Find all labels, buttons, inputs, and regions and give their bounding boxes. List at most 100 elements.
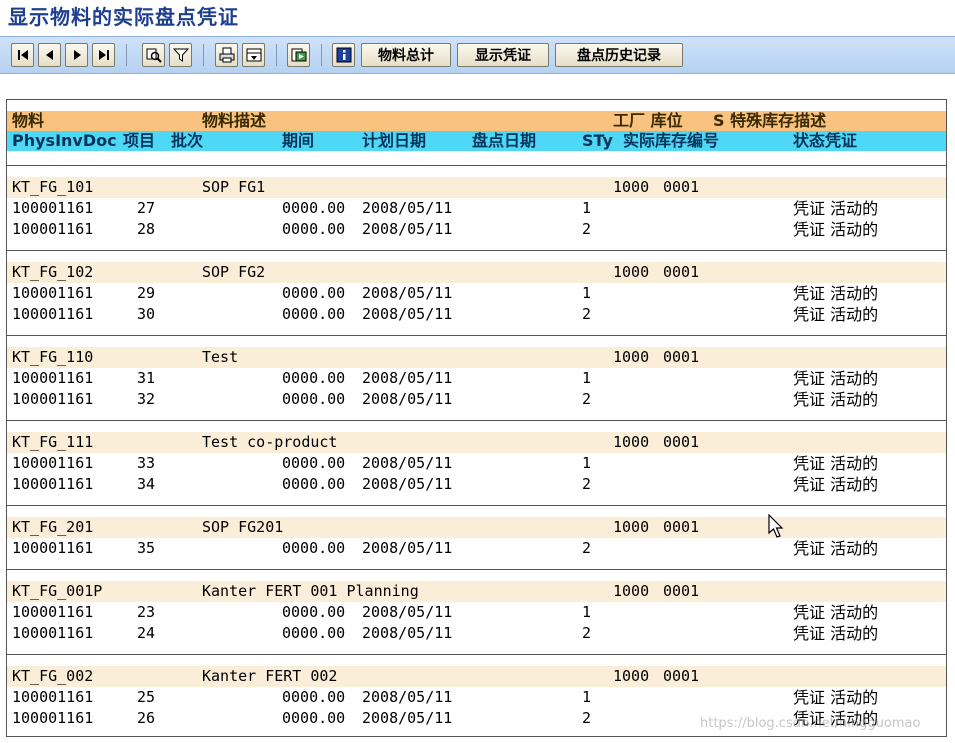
group-separator: [7, 505, 946, 506]
material-description: Kanter FERT 002: [202, 667, 338, 685]
period: 0000.00: [282, 475, 346, 493]
material-row[interactable]: KT_FG_102 SOP FG2 1000 0001: [7, 262, 946, 283]
item-number: 28: [137, 220, 156, 238]
material-row[interactable]: KT_FG_111 Test co-product 1000 0001: [7, 432, 946, 453]
stock-type: 2: [582, 475, 592, 493]
last-page-icon[interactable]: [92, 43, 115, 67]
inventory-document-list: 物料 物料描述 工厂 库位 S 特殊库存描述 PhysInvDoc 项目 批次 …: [6, 99, 947, 737]
status-text: 凭证 活动的: [793, 199, 879, 218]
stock-type: 2: [582, 709, 592, 727]
document-row[interactable]: 100001161 34 0000.00 2008/05/11 2 凭证 活动的: [7, 474, 946, 495]
document-row[interactable]: 100001161 28 0000.00 2008/05/11 2 凭证 活动的: [7, 219, 946, 240]
document-row[interactable]: 100001161 25 0000.00 2008/05/11 1 凭证 活动的: [7, 687, 946, 708]
storage-location: 0001: [663, 178, 700, 196]
status-text: 凭证 活动的: [793, 454, 879, 473]
storage-location: 0001: [663, 518, 700, 536]
next-page-icon[interactable]: [65, 43, 88, 67]
count-history-button[interactable]: 盘点历史记录: [555, 43, 683, 67]
page-title: 显示物料的实际盘点凭证: [8, 5, 239, 29]
document-row[interactable]: 100001161 24 0000.00 2008/05/11 2 凭证 活动的: [7, 623, 946, 644]
stock-type: 1: [582, 284, 592, 302]
stock-type: 1: [582, 199, 592, 217]
plan-date: 2008/05/11: [362, 220, 453, 238]
physinvdoc: 100001161: [12, 709, 94, 727]
group-separator: [7, 165, 946, 166]
physinvdoc: 100001161: [12, 603, 94, 621]
material-description: Test: [202, 348, 239, 366]
col-special-stock: S 特殊库存描述: [713, 111, 827, 130]
item-number: 34: [137, 475, 156, 493]
material-row[interactable]: KT_FG_002 Kanter FERT 002 1000 0001: [7, 666, 946, 687]
stock-type: 1: [582, 603, 592, 621]
storage-location: 0001: [663, 667, 700, 685]
first-page-icon[interactable]: [11, 43, 34, 67]
toolbar-separator: [321, 44, 322, 66]
document-row[interactable]: 100001161 32 0000.00 2008/05/11 2 凭证 活动的: [7, 389, 946, 410]
item-number: 25: [137, 688, 156, 706]
period: 0000.00: [282, 454, 346, 472]
physinvdoc: 100001161: [12, 199, 94, 217]
material-total-button[interactable]: 物料总计: [361, 43, 451, 67]
plan-date: 2008/05/11: [362, 369, 453, 387]
plan-date: 2008/05/11: [362, 284, 453, 302]
physinvdoc: 100001161: [12, 475, 94, 493]
storage-location: 0001: [663, 582, 700, 600]
item-number: 23: [137, 603, 156, 621]
period: 0000.00: [282, 624, 346, 642]
material-description: SOP FG1: [202, 178, 266, 196]
filter-icon[interactable]: [169, 43, 192, 67]
item-number: 29: [137, 284, 156, 302]
plant: 1000: [613, 433, 650, 451]
period: 0000.00: [282, 603, 346, 621]
plan-date: 2008/05/11: [362, 305, 453, 323]
period: 0000.00: [282, 284, 346, 302]
stock-type: 2: [582, 220, 592, 238]
stock-type: 2: [582, 539, 592, 557]
status-text: 凭证 活动的: [793, 688, 879, 707]
material-row[interactable]: KT_FG_101 SOP FG1 1000 0001: [7, 177, 946, 198]
col-material-description: 物料描述: [202, 111, 267, 130]
physinvdoc: 100001161: [12, 369, 94, 387]
status-text: 凭证 活动的: [793, 539, 879, 558]
material-row[interactable]: KT_FG_001P Kanter FERT 001 Planning 1000 00…: [7, 581, 946, 602]
plant: 1000: [613, 582, 650, 600]
group-separator: [7, 654, 946, 655]
material-description: SOP FG2: [202, 263, 266, 281]
status-text: 凭证 活动的: [793, 369, 879, 388]
item-number: 30: [137, 305, 156, 323]
col-period: 期间: [282, 131, 315, 150]
group-separator: [7, 420, 946, 421]
document-row[interactable]: 100001161 23 0000.00 2008/05/11 1 凭证 活动的: [7, 602, 946, 623]
physinvdoc: 100001161: [12, 454, 94, 472]
storage-location: 0001: [663, 348, 700, 366]
toolbar-separator: [203, 44, 204, 66]
col-batch: 批次: [171, 131, 204, 150]
display-document-button[interactable]: 显示凭证: [457, 43, 549, 67]
material-row[interactable]: KT_FG_201 SOP FG201 1000 0001: [7, 517, 946, 538]
find-icon[interactable]: [142, 43, 165, 67]
document-row[interactable]: 100001161 35 0000.00 2008/05/11 2 凭证 活动的: [7, 538, 946, 559]
print-icon[interactable]: [215, 43, 238, 67]
document-row[interactable]: 100001161 31 0000.00 2008/05/11 1 凭证 活动的: [7, 368, 946, 389]
physinvdoc: 100001161: [12, 539, 94, 557]
document-row[interactable]: 100001161 29 0000.00 2008/05/11 1 凭证 活动的: [7, 283, 946, 304]
material-id: KT_FG_201: [12, 518, 94, 536]
material-row[interactable]: KT_FG_110 Test 1000 0001: [7, 347, 946, 368]
info-icon[interactable]: [332, 43, 355, 67]
material-description: SOP FG201: [202, 518, 284, 536]
document-row[interactable]: 100001161 30 0000.00 2008/05/11 2 凭证 活动的: [7, 304, 946, 325]
document-row[interactable]: 100001161 33 0000.00 2008/05/11 1 凭证 活动的: [7, 453, 946, 474]
export-icon[interactable]: [287, 43, 310, 67]
physinvdoc: 100001161: [12, 390, 94, 408]
item-number: 35: [137, 539, 156, 557]
col-plant-sloc: 工厂 库位: [613, 111, 683, 130]
layout-icon[interactable]: [242, 43, 265, 67]
group-separator: [7, 569, 946, 570]
stock-type: 2: [582, 305, 592, 323]
application-toolbar: 物料总计 显示凭证 盘点历史记录: [0, 36, 955, 74]
previous-page-icon[interactable]: [38, 43, 61, 67]
document-row[interactable]: 100001161 27 0000.00 2008/05/11 1 凭证 活动的: [7, 198, 946, 219]
item-number: 27: [137, 199, 156, 217]
physinvdoc: 100001161: [12, 688, 94, 706]
item-number: 24: [137, 624, 156, 642]
